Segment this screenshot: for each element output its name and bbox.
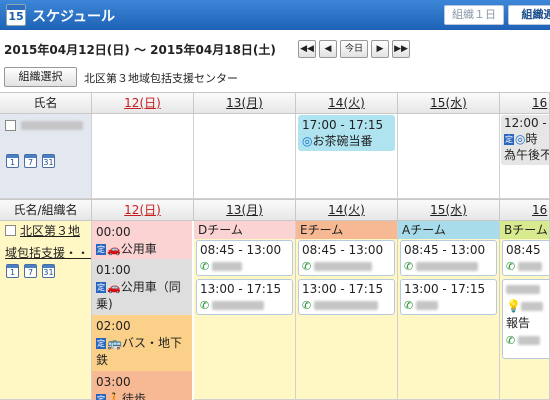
shift-card[interactable]: 08:45 - 13:00 ✆	[298, 240, 395, 276]
redacted-text	[416, 262, 479, 271]
next-week-button[interactable]: ▶▶	[392, 40, 410, 58]
cell-tue[interactable]: 17:00 - 17:15 ◎お茶碗当番	[296, 114, 398, 199]
phone-icon: ✆	[200, 299, 210, 312]
phone-icon: ✆	[506, 334, 516, 347]
redacted-text	[416, 301, 439, 310]
org-link[interactable]: 北区第３地	[20, 222, 80, 239]
org-week-view-icon[interactable]: 7	[24, 264, 37, 278]
shift-card[interactable]: 13:00 - 17:15 ✆	[196, 279, 293, 315]
redacted-text	[314, 301, 379, 310]
name-column-header: 氏名	[0, 92, 92, 114]
phone-icon: ✆	[506, 260, 516, 273]
phone-icon: ✆	[302, 299, 312, 312]
date-range: 2015年04月12日(日) ～ 2015年04月18日(土)	[4, 43, 276, 57]
title-bar: 15 スケジュール 組織１日 組織週	[0, 0, 550, 30]
org-name: 北区第３地域包括支援センター	[84, 72, 238, 85]
shift-card[interactable]: 13:00 - 17:15 ✆	[400, 279, 497, 315]
user-name-cell: 1 7 31	[0, 114, 92, 199]
day-header-tue[interactable]: 14(火)	[296, 92, 398, 114]
app-title: スケジュール	[32, 9, 116, 25]
org-checkbox[interactable]	[5, 225, 16, 236]
org-week-view-button[interactable]: 組織週	[508, 5, 550, 25]
car-icon: 🚗	[107, 281, 121, 294]
org-day-header-sun[interactable]: 12(日)	[92, 199, 194, 221]
org-day-header-wed[interactable]: 15(水)	[398, 199, 500, 221]
car-icon: 🚗	[107, 243, 121, 256]
event-thu[interactable]: 12:00 - 定 ◎時 為午後不	[501, 115, 549, 165]
day-view-icon[interactable]: 1	[6, 154, 19, 168]
week-view-icon[interactable]: 7	[24, 154, 37, 168]
event-tea-duty[interactable]: 17:00 - 17:15 ◎お茶碗当番	[298, 115, 395, 151]
org-link-line2[interactable]: 域包括支援・・・	[5, 244, 91, 261]
recurring-icon: ◎	[302, 134, 313, 148]
org-day-header-tue[interactable]: 14(火)	[296, 199, 398, 221]
shift-card[interactable]: 💡 報告 ✆	[502, 279, 549, 359]
prev-day-button[interactable]: ◀	[319, 40, 337, 58]
user-name-redacted	[21, 121, 83, 130]
redacted-text	[518, 262, 543, 271]
cell-thu[interactable]: 12:00 - 定 ◎時 為午後不	[500, 114, 550, 199]
shift-card[interactable]: 08:45 ✆	[502, 240, 549, 276]
team-label-e[interactable]: Eチーム	[296, 221, 397, 239]
prev-week-button[interactable]: ◀◀	[298, 40, 316, 58]
sun-slot-1[interactable]: 01:00 定 🚗公用車（同乗)	[92, 259, 192, 315]
cell-mon[interactable]	[194, 114, 296, 199]
redacted-text	[212, 262, 243, 271]
team-col-b[interactable]: Bチーム 08:45 ✆ 💡 報告 ✆	[500, 221, 550, 400]
name-org-column-header: 氏名/組織名	[0, 199, 92, 221]
day-header-mon[interactable]: 13(月)	[194, 92, 296, 114]
redacted-text	[212, 301, 265, 310]
walk-icon: 🚶	[107, 392, 122, 400]
redacted-text	[314, 262, 373, 271]
team-label-d[interactable]: Dチーム	[194, 221, 295, 239]
redacted-text	[506, 285, 540, 294]
org-month-view-icon[interactable]: 31	[42, 264, 55, 278]
day-header-thu[interactable]: 16	[500, 92, 550, 114]
calendar-app-icon: 15	[6, 4, 26, 26]
day-header-sun[interactable]: 12(日)	[92, 92, 194, 114]
sun-slot-0[interactable]: 00:00 定 🚗公用車	[92, 221, 192, 259]
tag-badge: 定	[504, 134, 514, 145]
bulb-icon: 💡	[506, 299, 521, 313]
cell-wed[interactable]	[398, 114, 500, 199]
org-select-button[interactable]: 組織選択	[4, 67, 77, 87]
redacted-text	[518, 336, 541, 345]
team-label-a[interactable]: Aチーム	[398, 221, 499, 239]
team-col-e[interactable]: Eチーム 08:45 - 13:00 ✆ 13:00 - 17:15 ✆	[296, 221, 398, 400]
org-day-header-mon[interactable]: 13(月)	[194, 199, 296, 221]
team-col-a[interactable]: Aチーム 08:45 - 13:00 ✆ 13:00 - 17:15 ✆	[398, 221, 500, 400]
bus-icon: 🚌	[107, 336, 122, 350]
shift-card[interactable]: 08:45 - 13:00 ✆	[196, 240, 293, 276]
day-header-wed[interactable]: 15(水)	[398, 92, 500, 114]
sun-slot-2[interactable]: 02:00 定 🚌バス・地下鉄	[92, 315, 192, 371]
org-day-view-icon[interactable]: 1	[6, 264, 19, 278]
phone-icon: ✆	[404, 260, 414, 273]
today-button[interactable]: 今日	[340, 40, 368, 58]
org-day-header-thu[interactable]: 16	[500, 199, 550, 221]
team-col-d[interactable]: Dチーム 08:45 - 13:00 ✆ 13:00 - 17:15 ✆	[194, 221, 296, 400]
org-name-cell: 北区第３地 域包括支援・・・ 17 31	[0, 221, 92, 400]
cell-sun[interactable]	[92, 114, 194, 199]
sun-slot-3[interactable]: 03:00 定 🚶徒歩	[92, 371, 192, 400]
user-checkbox[interactable]	[5, 120, 16, 131]
shift-card[interactable]: 13:00 - 17:15 ✆	[298, 279, 395, 315]
phone-icon: ✆	[302, 260, 312, 273]
redacted-text	[520, 302, 543, 311]
phone-icon: ✆	[200, 260, 210, 273]
team-label-b[interactable]: Bチーム	[500, 221, 549, 239]
org-day-view-button[interactable]: 組織１日	[444, 5, 504, 25]
shift-card[interactable]: 08:45 - 13:00 ✆	[400, 240, 497, 276]
next-day-button[interactable]: ▶	[371, 40, 389, 58]
month-view-icon[interactable]: 31	[42, 154, 55, 168]
phone-icon: ✆	[404, 299, 414, 312]
